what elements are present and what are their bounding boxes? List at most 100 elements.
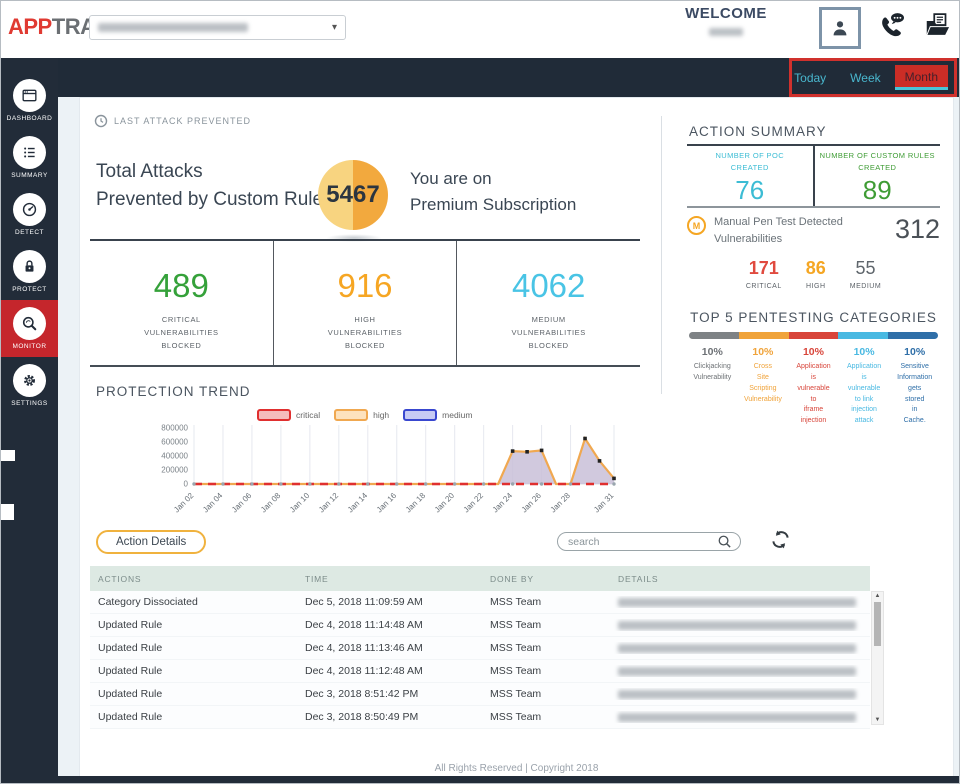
scroll-thumb[interactable] bbox=[874, 602, 881, 646]
stat-medium-blocked: 4062 MEDIUM VULNERABILITIES BLOCKED bbox=[457, 241, 640, 365]
poc-label: NUMBER OF POC CREATED bbox=[715, 150, 784, 174]
user-icon bbox=[829, 17, 851, 39]
table-scrollbar[interactable]: ▲ ▼ bbox=[871, 591, 884, 725]
top5-segment-bar bbox=[689, 332, 938, 339]
legend-medium[interactable]: medium bbox=[403, 409, 472, 421]
table-header: ACTIONS TIME DONE BY DETAILS bbox=[90, 566, 870, 591]
col-time: TIME bbox=[297, 574, 482, 584]
dashboard-card: LAST ATTACK PREVENTED Total Attacks Prev… bbox=[79, 97, 954, 778]
top-header: APPTRANA ▾ WELCOME bbox=[1, 1, 959, 58]
action-details-button[interactable]: Action Details bbox=[96, 530, 206, 554]
legend-swatch bbox=[334, 409, 368, 421]
scroll-up-icon[interactable]: ▲ bbox=[875, 592, 881, 600]
tab-month[interactable]: Month bbox=[895, 65, 948, 90]
tab-today[interactable]: Today bbox=[784, 66, 836, 90]
manual-pen-test-row: M Manual Pen Test Detected Vulnerabiliti… bbox=[687, 214, 940, 247]
col-details: DETAILS bbox=[610, 574, 870, 584]
total-attacks-value: 5467 bbox=[326, 181, 379, 209]
cell-action: Updated Rule bbox=[90, 619, 297, 631]
cell-action: Updated Rule bbox=[90, 642, 297, 654]
sidebar-item-detect[interactable]: DETECT bbox=[1, 186, 58, 243]
sidebar-item-label: SETTINGS bbox=[11, 400, 48, 407]
segment-link-injection bbox=[838, 332, 888, 339]
sidebar-item-label: MONITOR bbox=[12, 343, 46, 350]
protect-lock-icon bbox=[13, 250, 46, 283]
header-actions bbox=[819, 7, 953, 49]
svg-text:Jan 10: Jan 10 bbox=[288, 491, 312, 515]
refresh-icon bbox=[770, 529, 791, 550]
bottom-bar bbox=[1, 776, 959, 783]
scroll-down-icon[interactable]: ▼ bbox=[875, 716, 881, 724]
search-input[interactable] bbox=[566, 535, 717, 549]
category-clickjacking: 10% Clickjacking Vulnerability bbox=[687, 346, 738, 427]
stat-label: CRITICAL VULNERABILITIES BLOCKED bbox=[144, 314, 218, 352]
tab-week[interactable]: Week bbox=[840, 66, 890, 90]
segment-cache-storage bbox=[888, 332, 938, 339]
profile-button[interactable] bbox=[819, 7, 861, 49]
legend-critical[interactable]: critical bbox=[257, 409, 320, 421]
period-tabs-annotation-box: Today Week Month bbox=[789, 58, 957, 97]
protection-trend-chart: 0200000400000600000800000Jan 02Jan 04Jan… bbox=[110, 422, 655, 530]
site-selector-dropdown[interactable]: ▾ bbox=[89, 15, 346, 40]
reports-export-button[interactable] bbox=[923, 11, 953, 46]
clock-icon bbox=[94, 114, 108, 128]
cell-details-redacted bbox=[610, 665, 870, 677]
sidebar-item-monitor[interactable]: MONITOR bbox=[1, 300, 58, 357]
cell-time: Dec 4, 2018 11:13:46 AM bbox=[297, 642, 482, 654]
sidebar-item-settings[interactable]: SETTINGS bbox=[1, 357, 58, 414]
table-row[interactable]: Updated Rule Dec 3, 2018 8:50:49 PM MSS … bbox=[90, 706, 870, 729]
cell-done-by: MSS Team bbox=[482, 642, 610, 654]
logo-prefix: APP bbox=[8, 14, 52, 39]
svg-text:Jan 14: Jan 14 bbox=[346, 491, 370, 515]
category-iframe-injection: 10% Application is vulnerable to iframe … bbox=[788, 346, 839, 427]
svg-text:800000: 800000 bbox=[161, 424, 188, 433]
sidebar-item-label: SUMMARY bbox=[11, 172, 48, 179]
sidebar-item-dashboard[interactable]: DASHBOARD bbox=[1, 72, 58, 129]
app-window: APPTRANA ▾ WELCOME bbox=[0, 0, 960, 784]
table-row[interactable]: Category Dissociated Dec 5, 2018 11:09:5… bbox=[90, 591, 870, 614]
svg-text:Jan 02: Jan 02 bbox=[172, 491, 196, 515]
sidebar-item-label: PROTECT bbox=[12, 286, 47, 293]
table-row[interactable]: Updated Rule Dec 4, 2018 11:14:48 AM MSS… bbox=[90, 614, 870, 637]
table-row[interactable]: Updated Rule Dec 4, 2018 11:12:48 AM MSS… bbox=[90, 660, 870, 683]
cell-action: Updated Rule bbox=[90, 688, 297, 700]
support-phone-button[interactable] bbox=[877, 11, 907, 46]
welcome-label: WELCOME bbox=[661, 5, 791, 22]
custom-rules-cell: NUMBER OF CUSTOM RULES CREATED 89 bbox=[815, 146, 941, 206]
refresh-button[interactable] bbox=[770, 529, 792, 551]
svg-text:600000: 600000 bbox=[161, 438, 188, 447]
cell-details-redacted bbox=[610, 688, 870, 700]
monitor-search-icon bbox=[13, 307, 46, 340]
top5-categories: 10% Clickjacking Vulnerability 10% Cross… bbox=[687, 346, 940, 427]
cell-action: Updated Rule bbox=[90, 665, 297, 677]
detect-gauge-icon bbox=[13, 193, 46, 226]
segment-iframe-injection bbox=[789, 332, 839, 339]
sidebar-item-label: DETECT bbox=[15, 229, 44, 236]
site-domain-redacted bbox=[98, 23, 248, 32]
poc-created-cell: NUMBER OF POC CREATED 76 bbox=[687, 146, 815, 206]
sidebar-item-summary[interactable]: SUMMARY bbox=[1, 129, 58, 186]
svg-text:Jan 20: Jan 20 bbox=[433, 491, 457, 515]
trend-legend: critical high medium bbox=[257, 409, 472, 421]
stat-value: 916 bbox=[337, 267, 392, 305]
column-divider bbox=[661, 116, 662, 394]
legend-high[interactable]: high bbox=[334, 409, 389, 421]
cell-time: Dec 4, 2018 11:12:48 AM bbox=[297, 665, 482, 677]
svg-text:Jan 31: Jan 31 bbox=[592, 491, 616, 515]
cell-done-by: MSS Team bbox=[482, 596, 610, 608]
manual-pen-test-value: 312 bbox=[895, 214, 940, 245]
search-icon[interactable] bbox=[717, 534, 732, 549]
segment-clickjacking bbox=[689, 332, 739, 339]
severity-counts-row: 171 CRITICAL 86 HIGH 55 MEDIUM bbox=[687, 258, 940, 290]
protection-trend-title: PROTECTION TREND bbox=[96, 384, 251, 399]
table-row[interactable]: Updated Rule Dec 3, 2018 8:51:42 PM MSS … bbox=[90, 683, 870, 706]
search-box bbox=[557, 532, 741, 551]
legend-swatch bbox=[403, 409, 437, 421]
summary-list-icon bbox=[13, 136, 46, 169]
category-xss: 10% Cross Site Scripting Vulnerability bbox=[738, 346, 789, 427]
table-row[interactable]: Updated Rule Dec 4, 2018 11:13:46 AM MSS… bbox=[90, 637, 870, 660]
stat-value: 4062 bbox=[512, 267, 585, 305]
export-folder-icon bbox=[923, 11, 953, 41]
last-attack-label: LAST ATTACK PREVENTED bbox=[114, 116, 251, 126]
sidebar-item-protect[interactable]: PROTECT bbox=[1, 243, 58, 300]
